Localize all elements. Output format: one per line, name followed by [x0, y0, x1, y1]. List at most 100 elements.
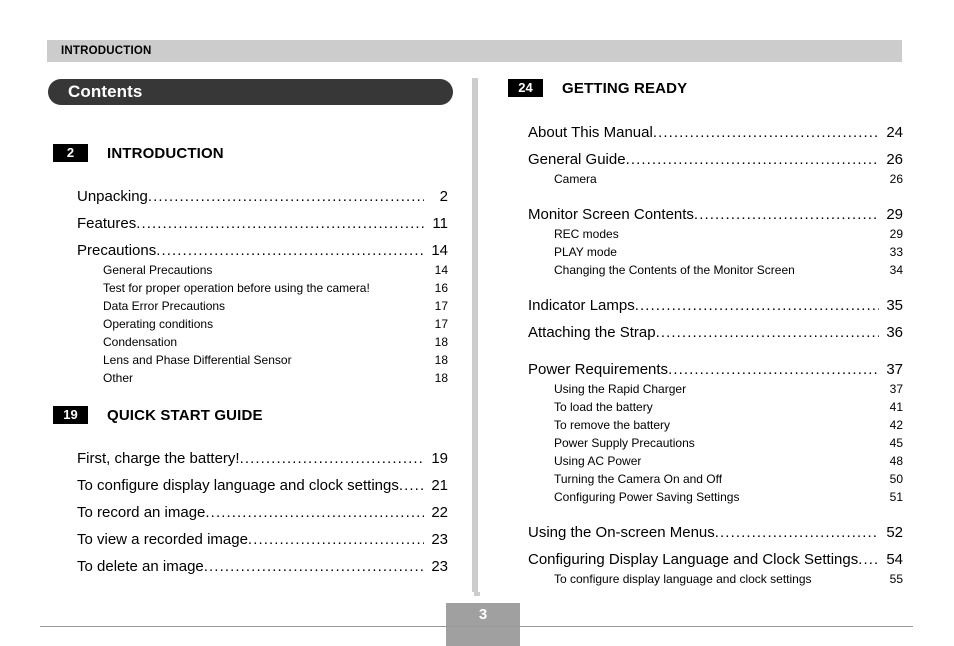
toc-subentry[interactable]: REC modes 29 [528, 223, 903, 241]
toc-entry-label: Attaching the Strap [528, 324, 656, 341]
toc-subentry-page: 17 [434, 317, 448, 331]
toc-subentry-label: General Precautions [103, 263, 213, 277]
toc-subentry-page: 29 [889, 227, 903, 241]
chapter-page-badge: 2 [53, 144, 88, 162]
toc-entry[interactable]: Indicator Lamps 35 [528, 287, 903, 314]
toc-entry-label: Using the On-screen Menus [528, 524, 715, 541]
toc-subentry-label: To load the battery [554, 400, 653, 414]
toc-subentry[interactable]: Power Supply Precautions 45 [528, 432, 903, 450]
toc-entry[interactable]: Monitor Screen Contents 29 [528, 196, 903, 223]
toc-leader-space [617, 247, 881, 259]
toc-subentry-page: 18 [434, 335, 448, 349]
toc-subentry[interactable]: Test for proper operation before using t… [77, 277, 448, 295]
toc-entry[interactable]: Using the On-screen Menus 52 [528, 514, 903, 541]
chapter-page-badge: 24 [508, 79, 543, 97]
toc-entry-page: 26 [886, 151, 903, 168]
toc-entry-label: Power Requirements [528, 361, 669, 378]
toc-entry-label: First, charge the battery! [77, 450, 240, 467]
toc-entry-label: Unpacking [77, 188, 148, 205]
toc-subentry-label: Power Supply Precautions [554, 436, 695, 450]
toc-entry-page: 22 [431, 504, 448, 521]
chapter-title: QUICK START GUIDE [107, 406, 263, 424]
toc-leader-dots [653, 126, 879, 141]
toc-entry[interactable]: Configuring Display Language and Clock S… [528, 541, 903, 568]
toc-entry[interactable]: Attaching the Strap 36 [528, 314, 903, 341]
toc-entry-label: To configure display language and clock … [77, 477, 399, 494]
toc-subentry-page: 51 [889, 490, 903, 504]
toc-entry-page: 2 [439, 188, 448, 205]
toc-entry-page: 52 [886, 524, 903, 541]
toc-leader-space [722, 474, 881, 486]
toc-subentry[interactable]: Using AC Power 48 [528, 450, 903, 468]
toc-leader-space [739, 492, 881, 504]
toc-subentry-label: Test for proper operation before using t… [103, 281, 370, 295]
toc-subentry[interactable]: Changing the Contents of the Monitor Scr… [528, 259, 903, 277]
toc-subentry[interactable]: To remove the battery 42 [528, 414, 903, 432]
toc-subentry[interactable]: Operating conditions 17 [77, 313, 448, 331]
toc-entry[interactable]: Power Requirements 37 [528, 351, 903, 378]
chapter-title: GETTING READY [562, 79, 688, 97]
toc-entry[interactable]: To record an image 22 [77, 494, 448, 521]
toc-subentry-label: Operating conditions [103, 317, 214, 331]
toc-subentry-page: 26 [889, 172, 903, 186]
toc-subentry[interactable]: To load the battery 41 [528, 396, 903, 414]
toc-subentry-page: 18 [434, 371, 448, 385]
toc-entry-label: About This Manual [528, 124, 653, 141]
toc-entry[interactable]: About This Manual 24 [528, 114, 903, 141]
toc-subentry-page: 42 [889, 418, 903, 432]
toc-subentry-label: To configure display language and clock … [554, 572, 812, 586]
toc-leader-space [653, 402, 881, 414]
toc-leader-space [641, 456, 881, 468]
toc-subentry[interactable]: Turning the Camera On and Off 50 [528, 468, 903, 486]
toc-leader-space [597, 174, 881, 186]
toc-entry-label: Features [77, 215, 137, 232]
toc-subentry-label: Lens and Phase Differential Sensor [103, 353, 292, 367]
chapter-heading-introduction: 2 INTRODUCTION [53, 144, 224, 162]
toc-leader-dots [148, 190, 424, 205]
toc-subentry-label: Using the Rapid Charger [554, 382, 687, 396]
toc-subentry[interactable]: Other 18 [77, 367, 448, 385]
toc-subentry[interactable]: Camera 26 [528, 168, 903, 186]
toc-subentry[interactable]: Condensation 18 [77, 331, 448, 349]
toc-entry[interactable]: To delete an image 23 [77, 548, 448, 575]
toc-entry-label: General Guide [528, 151, 626, 168]
toc-entry[interactable]: Precautions 14 [77, 232, 448, 259]
toc-subentry-label: Turning the Camera On and Off [554, 472, 723, 486]
toc-leader-space [670, 420, 881, 432]
toc-entry-page: 23 [431, 531, 448, 548]
toc-subentry[interactable]: General Precautions 14 [77, 259, 448, 277]
toc-leader-dots [635, 299, 879, 314]
toc-leader-dots [204, 560, 424, 575]
toc-entry[interactable]: General Guide 26 [528, 141, 903, 168]
toc-entry-list-quick-start-guide: First, charge the battery! 19 To configu… [77, 440, 448, 575]
toc-subentry[interactable]: PLAY mode 33 [528, 241, 903, 259]
toc-entry-page: 19 [431, 450, 448, 467]
toc-entry[interactable]: Unpacking 2 [77, 178, 448, 205]
toc-entry[interactable]: Features 11 [77, 205, 448, 232]
toc-subentry-label: Changing the Contents of the Monitor Scr… [554, 263, 795, 277]
toc-entry-label: To delete an image [77, 558, 204, 575]
toc-subentry-page: 34 [889, 263, 903, 277]
toc-entry-page: 24 [886, 124, 903, 141]
toc-entry-label: Monitor Screen Contents [528, 206, 694, 223]
toc-subentry[interactable]: Configuring Power Saving Settings 51 [528, 486, 903, 504]
toc-subentry-label: To remove the battery [554, 418, 671, 432]
toc-subentry[interactable]: Lens and Phase Differential Sensor 18 [77, 349, 448, 367]
toc-entry[interactable]: To configure display language and clock … [77, 467, 448, 494]
toc-entry[interactable]: First, charge the battery! 19 [77, 440, 448, 467]
toc-leader-dots [668, 363, 879, 378]
toc-subentry-page: 18 [434, 353, 448, 367]
toc-subentry[interactable]: To configure display language and clock … [528, 568, 903, 586]
toc-entry-label: To record an image [77, 504, 206, 521]
toc-leader-dots [656, 326, 879, 341]
toc-leader-dots [694, 208, 879, 223]
toc-group-spacer [528, 341, 903, 351]
toc-entry-label: Indicator Lamps [528, 297, 635, 314]
toc-subentry[interactable]: Data Error Precautions 17 [77, 295, 448, 313]
toc-subentry-label: Data Error Precautions [103, 299, 226, 313]
toc-subentry-label: Other [103, 371, 134, 385]
toc-entry-label: Precautions [77, 242, 157, 259]
toc-entry[interactable]: To view a recorded image 23 [77, 521, 448, 548]
toc-subentry[interactable]: Using the Rapid Charger 37 [528, 378, 903, 396]
chapter-heading-quick-start-guide: 19 QUICK START GUIDE [53, 406, 263, 424]
